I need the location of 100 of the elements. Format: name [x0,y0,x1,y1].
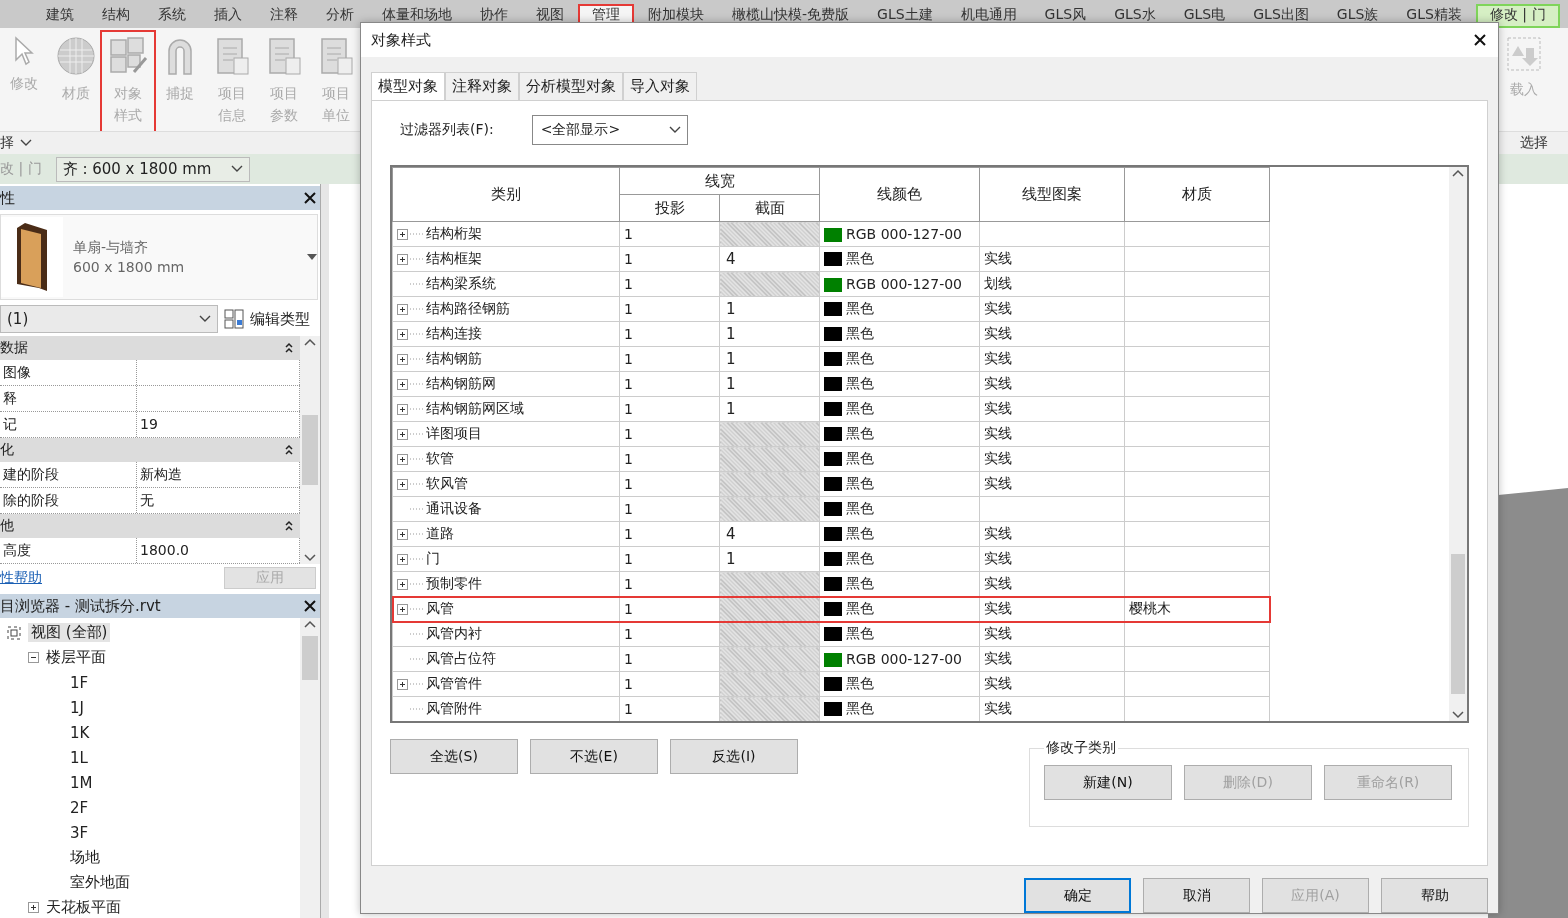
select-button[interactable]: 不选(E) [530,739,658,774]
tree-item[interactable]: 视图 (全部) [28,623,111,642]
expand-icon[interactable] [397,403,408,415]
table-cell[interactable] [1124,471,1270,497]
expand-icon[interactable] [397,528,408,540]
expand-icon[interactable] [397,428,408,440]
table-cell[interactable] [719,446,820,472]
table-cell[interactable]: 实线 [979,546,1125,572]
ribbon-tab[interactable]: 系统 [144,4,200,28]
table-cell[interactable]: 黑色 [819,546,980,572]
table-cell[interactable]: 实线 [979,671,1125,697]
expand-icon[interactable] [397,228,408,240]
category-cell[interactable]: 风管管件 [426,675,482,693]
category-cell[interactable]: 结构框架 [426,250,482,268]
tree-item[interactable]: 2F [67,798,92,817]
close-icon[interactable] [304,600,316,612]
table-cell[interactable] [719,696,820,721]
scroll-down-icon[interactable] [1452,711,1464,719]
table-cell[interactable] [719,496,820,522]
table-cell[interactable] [1124,271,1270,297]
table-cell[interactable]: 1 [719,321,820,347]
subcategory-button[interactable]: 新建(N) [1044,765,1172,800]
expand-icon[interactable] [397,478,408,490]
table-cell[interactable] [1124,671,1270,697]
table-cell[interactable]: 实线 [979,521,1125,547]
category-cell[interactable]: 结构桁架 [426,225,482,243]
table-cell[interactable]: 1 [619,621,720,647]
property-value[interactable]: 新构造 [137,462,300,487]
table-cell[interactable]: 黑色 [819,621,980,647]
dialog-tab[interactable]: 模型对象 [371,72,445,101]
table-cell[interactable]: 实线 [979,371,1125,397]
ribbon-tab[interactable]: 插入 [200,4,256,28]
table-cell[interactable]: 1 [619,546,720,572]
table-cell[interactable]: 黑色 [819,296,980,322]
dialog-button[interactable]: 确定 [1024,878,1131,913]
table-cell[interactable] [1124,296,1270,322]
table-cell[interactable] [1124,321,1270,347]
scrollbar-thumb[interactable] [1451,554,1465,694]
category-cell[interactable]: 风管附件 [426,700,482,718]
dialog-button[interactable]: 取消 [1143,878,1250,913]
table-cell[interactable] [1124,221,1270,247]
table-cell[interactable]: 1 [619,396,720,422]
table-cell[interactable]: 1 [719,296,820,322]
category-cell[interactable]: 结构连接 [426,325,482,343]
help-link[interactable]: 性帮助 [0,569,42,587]
table-cell[interactable]: 黑色 [819,421,980,447]
close-icon[interactable] [1474,34,1486,46]
table-cell[interactable]: 4 [719,246,820,272]
table-cell[interactable]: 实线 [979,321,1125,347]
table-cell[interactable]: 1 [619,321,720,347]
category-cell[interactable]: 风管内衬 [426,625,482,643]
table-cell[interactable]: 1 [619,446,720,472]
table-cell[interactable] [1124,546,1270,572]
table-cell[interactable] [1124,421,1270,447]
table-cell[interactable]: 黑色 [819,246,980,272]
table-cell[interactable]: 黑色 [819,446,980,472]
category-cell[interactable]: 软风管 [426,475,468,493]
tree-item[interactable]: 1M [67,773,96,792]
category-cell[interactable]: 详图项目 [426,425,482,443]
table-cell[interactable]: 黑色 [819,346,980,372]
tree-item[interactable]: 天花板平面 [43,898,124,917]
category-cell[interactable]: 预制零件 [426,575,482,593]
table-cell[interactable]: 黑色 [819,671,980,697]
category-cell[interactable]: 门 [426,550,440,568]
collapse-icon[interactable] [284,342,294,354]
table-cell[interactable] [719,471,820,497]
table-cell[interactable]: 1 [619,671,720,697]
table-cell[interactable] [719,621,820,647]
table-cell[interactable] [1124,621,1270,647]
table-cell[interactable]: 1 [719,546,820,572]
table-cell[interactable]: RGB 000-127-00 [819,221,980,247]
instance-filter-dropdown[interactable]: (1) [0,305,218,333]
table-cell[interactable]: 1 [619,521,720,547]
table-cell[interactable]: 黑色 [819,321,980,347]
tree-item[interactable]: 场地 [67,848,103,867]
table-cell[interactable] [1124,521,1270,547]
table-cell[interactable]: 实线 [979,246,1125,272]
table-cell[interactable]: 黑色 [819,496,980,522]
dropdown-caret-icon[interactable] [307,254,317,260]
expand-icon[interactable] [397,553,408,565]
category-cell[interactable]: 通讯设备 [426,500,482,518]
table-cell[interactable] [1124,496,1270,522]
expand-icon[interactable] [397,603,408,615]
ribbon-tab[interactable]: 分析 [312,4,368,28]
expand-icon[interactable] [397,303,408,315]
scrollbar-thumb[interactable] [302,415,318,485]
table-cell[interactable]: 1 [619,471,720,497]
table-cell[interactable]: 实线 [979,646,1125,672]
table-cell[interactable]: 4 [719,521,820,547]
property-value[interactable]: 无 [137,488,300,513]
table-cell[interactable]: 黑色 [819,371,980,397]
tree-item[interactable]: 室外地面 [67,873,133,892]
table-cell[interactable] [719,596,820,622]
expand-icon[interactable] [397,378,408,390]
dialog-tab[interactable]: 分析模型对象 [519,72,623,100]
collapse-icon[interactable] [28,652,39,663]
scroll-up-icon[interactable] [1452,169,1464,177]
ribbon-tab[interactable]: 建筑 [32,4,88,28]
table-cell[interactable]: 黑色 [819,396,980,422]
table-cell[interactable]: 实线 [979,346,1125,372]
